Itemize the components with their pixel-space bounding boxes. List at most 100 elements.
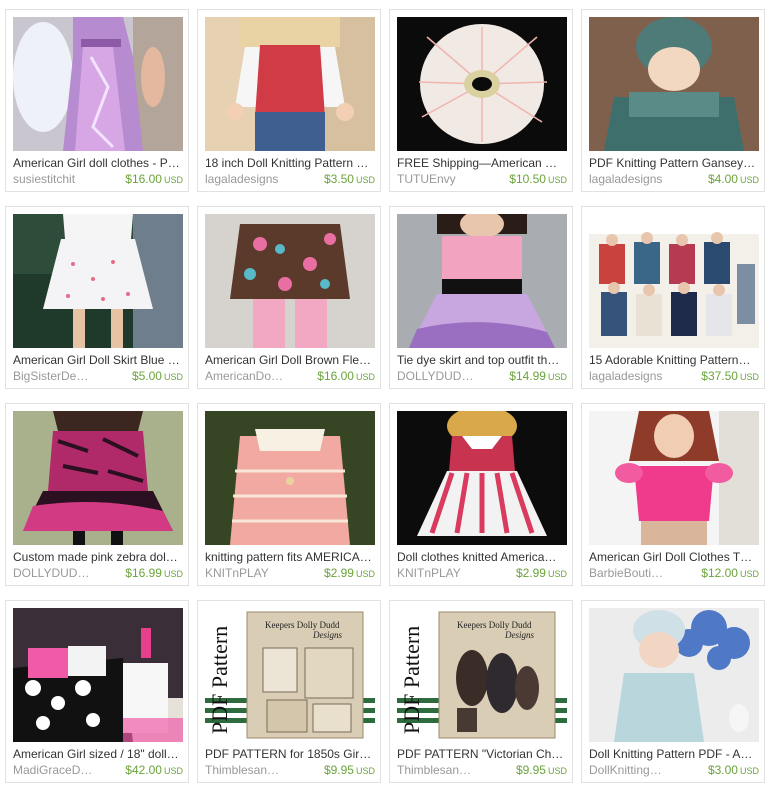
listing-card[interactable]: American Girl Doll Clothes T… BarbieBouti…	[581, 403, 765, 586]
shop-name[interactable]: lagaladesigns	[205, 172, 278, 186]
shop-name[interactable]: lagaladesigns	[589, 369, 662, 383]
listing-title[interactable]: 18 inch Doll Knitting Pattern …	[205, 156, 375, 170]
shop-name[interactable]: MadiGraceD…	[13, 763, 92, 777]
listing-card[interactable]: 18 inch Doll Knitting Pattern … lagalades…	[197, 9, 381, 192]
shop-name[interactable]: Thimblesan…	[397, 763, 471, 777]
price-currency: USD	[163, 766, 183, 776]
listing-title[interactable]: Doll Knitting Pattern PDF - A…	[589, 747, 759, 761]
price-amount: $5.00	[131, 369, 162, 383]
listing-title[interactable]: Doll clothes knitted America…	[397, 550, 567, 564]
listing-card[interactable]: PDF Knitting Pattern Gansey… lagaladesign…	[581, 9, 765, 192]
listing-card[interactable]: FREE Shipping—American … TUTUEnvy $10.50 US…	[389, 9, 573, 192]
listing-meta: lagaladesigns $4.00 USD	[589, 172, 759, 186]
price-amount: $37.50	[701, 369, 738, 383]
price-amount: $10.50	[509, 172, 546, 186]
listing-image[interactable]	[589, 214, 759, 348]
shop-name[interactable]: KNITnPLAY	[205, 566, 269, 580]
shop-name[interactable]: susiestitchit	[13, 172, 75, 186]
listing-price: $16.99 USD	[125, 566, 183, 580]
shop-name[interactable]: BarbieBouti…	[589, 566, 663, 580]
listing-price: $14.99 USD	[509, 369, 567, 383]
listing-price: $5.00 USD	[132, 369, 183, 383]
shop-name[interactable]: AmericanDo…	[205, 369, 283, 383]
price-currency: USD	[355, 569, 375, 579]
listing-image[interactable]	[589, 411, 759, 545]
listing-title[interactable]: PDF Knitting Pattern Gansey…	[589, 156, 759, 170]
listing-card[interactable]: 15 Adorable Knitting Pattern… lagaladesig…	[581, 206, 765, 389]
listing-image[interactable]	[397, 17, 567, 151]
listing-card[interactable]: PDF Pattern Keepers Dolly Dudd Designs P…	[197, 600, 381, 783]
listing-title[interactable]: American Girl doll clothes - P…	[13, 156, 183, 170]
listing-title[interactable]: PDF PATTERN "Victorian Ch…	[397, 747, 567, 761]
listing-image[interactable]	[589, 608, 759, 742]
listing-image[interactable]	[397, 214, 567, 348]
price-currency: USD	[355, 175, 375, 185]
listing-title[interactable]: American Girl Doll Clothes T…	[589, 550, 759, 564]
price-amount: $2.99	[323, 566, 354, 580]
listing-card[interactable]: knitting pattern fits AMERICA… KNITnPLAY $…	[197, 403, 381, 586]
listing-image[interactable]: PDF Pattern Keepers Dolly Dudd Designs	[205, 608, 375, 742]
listing-title[interactable]: American Girl Doll Brown Fle…	[205, 353, 375, 367]
shop-name[interactable]: lagaladesigns	[589, 172, 662, 186]
listing-card[interactable]: Doll Knitting Pattern PDF - A… DollKnitti…	[581, 600, 765, 783]
listing-price: $2.99 USD	[516, 566, 567, 580]
listing-price: $37.50 USD	[701, 369, 759, 383]
shop-name[interactable]: KNITnPLAY	[397, 566, 461, 580]
listing-meta: BigSisterDe… $5.00 USD	[13, 369, 183, 383]
shop-name[interactable]: DOLLYDUD…	[397, 369, 473, 383]
price-amount: $12.00	[701, 566, 738, 580]
price-currency: USD	[739, 766, 759, 776]
shop-name[interactable]: TUTUEnvy	[397, 172, 456, 186]
price-currency: USD	[355, 766, 375, 776]
listing-title[interactable]: knitting pattern fits AMERICA…	[205, 550, 375, 564]
listing-image[interactable]	[13, 214, 183, 348]
listing-image[interactable]	[205, 17, 375, 151]
listing-card[interactable]: American Girl doll clothes - P… susiestit…	[5, 9, 189, 192]
listing-meta: lagaladesigns $3.50 USD	[205, 172, 375, 186]
listing-price: $3.00 USD	[708, 763, 759, 777]
shop-name[interactable]: Thimblesan…	[205, 763, 279, 777]
listing-meta: lagaladesigns $37.50 USD	[589, 369, 759, 383]
listing-title[interactable]: Custom made pink zebra dol…	[13, 550, 183, 564]
listing-card[interactable]: PDF Pattern Keepers Dolly Dudd Designs P…	[389, 600, 573, 783]
listing-card[interactable]: American Girl Doll Brown Fle… AmericanDo……	[197, 206, 381, 389]
price-currency: USD	[739, 175, 759, 185]
listing-title[interactable]: PDF PATTERN for 1850s Gir…	[205, 747, 375, 761]
price-amount: $16.99	[125, 566, 162, 580]
price-currency: USD	[163, 372, 183, 382]
listing-meta: KNITnPLAY $2.99 USD	[397, 566, 567, 580]
listing-image[interactable]	[13, 608, 183, 742]
listing-image[interactable]	[205, 411, 375, 545]
listing-meta: susiestitchit $16.00 USD	[13, 172, 183, 186]
listing-image[interactable]	[589, 17, 759, 151]
shop-name[interactable]: BigSisterDe…	[13, 369, 88, 383]
listing-title[interactable]: FREE Shipping—American …	[397, 156, 567, 170]
listing-price: $2.99 USD	[324, 566, 375, 580]
svg-text:Keepers Dolly Dudd: Keepers Dolly Dudd	[457, 620, 532, 630]
price-currency: USD	[355, 372, 375, 382]
shop-name[interactable]: DollKnitting…	[589, 763, 662, 777]
listing-card[interactable]: Doll clothes knitted America… KNITnPLAY $2…	[389, 403, 573, 586]
listing-price: $9.95 USD	[516, 763, 567, 777]
shop-name[interactable]: DOLLYDUD…	[13, 566, 89, 580]
price-amount: $14.99	[509, 369, 546, 383]
listing-image[interactable]	[205, 214, 375, 348]
listing-card[interactable]: Tie dye skirt and top outfit th… DOLLYDUD…	[389, 206, 573, 389]
svg-text:PDF Pattern: PDF Pattern	[207, 626, 232, 734]
price-amount: $3.50	[323, 172, 354, 186]
listing-title[interactable]: 15 Adorable Knitting Pattern…	[589, 353, 759, 367]
listing-image[interactable]	[13, 17, 183, 151]
listing-image[interactable]	[13, 411, 183, 545]
listing-meta: DOLLYDUD… $14.99 USD	[397, 369, 567, 383]
svg-text:Designs: Designs	[504, 630, 534, 640]
listing-card[interactable]: American Girl sized / 18" doll… MadiGrace…	[5, 600, 189, 783]
price-amount: $16.00	[317, 369, 354, 383]
listing-image[interactable]: PDF Pattern Keepers Dolly Dudd Designs	[397, 608, 567, 742]
listing-title[interactable]: Tie dye skirt and top outfit th…	[397, 353, 567, 367]
listing-card[interactable]: American Girl Doll Skirt Blue … BigSister…	[5, 206, 189, 389]
listing-card[interactable]: Custom made pink zebra dol… DOLLYDUD… $16.…	[5, 403, 189, 586]
listing-title[interactable]: American Girl Doll Skirt Blue …	[13, 353, 183, 367]
price-currency: USD	[739, 569, 759, 579]
listing-title[interactable]: American Girl sized / 18" doll…	[13, 747, 183, 761]
listing-image[interactable]	[397, 411, 567, 545]
